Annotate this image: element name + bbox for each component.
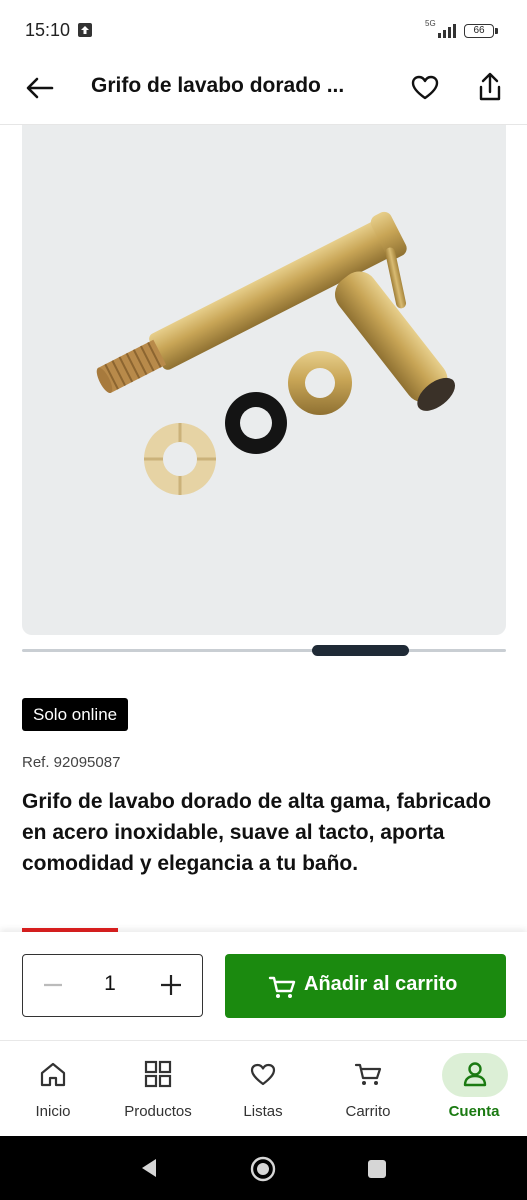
nav-label-cuenta: Cuenta <box>448 1103 500 1120</box>
share-icon <box>479 72 501 101</box>
back-button[interactable] <box>20 68 60 108</box>
system-home-icon[interactable] <box>248 1154 278 1184</box>
signal-icon <box>438 24 456 38</box>
system-recents-icon[interactable] <box>366 1158 388 1180</box>
heart-icon <box>250 1063 276 1086</box>
minus-icon <box>44 983 62 987</box>
product-image[interactable] <box>22 125 506 635</box>
decrease-quantity-button[interactable] <box>38 970 68 1000</box>
nav-label-listas: Listas <box>243 1103 283 1120</box>
heart-icon <box>411 75 439 100</box>
system-navigation-bar <box>0 1136 527 1200</box>
home-icon <box>40 1062 66 1087</box>
page-title: Grifo de lavabo dorado ... <box>91 74 345 97</box>
increase-quantity-button[interactable] <box>156 970 186 1000</box>
share-button[interactable] <box>470 68 510 108</box>
nav-label-carrito: Carrito <box>345 1103 391 1120</box>
faucet-illustration <box>96 211 456 495</box>
upload-notification-icon <box>78 23 92 37</box>
battery-icon: 66 <box>464 24 498 38</box>
user-icon <box>463 1062 487 1087</box>
system-back-icon[interactable] <box>138 1156 160 1180</box>
status-bar: 15:10 5G 66 <box>0 0 527 60</box>
nav-label-inicio: Inicio <box>35 1103 71 1120</box>
cart-icon <box>354 1063 382 1085</box>
arrow-left-icon <box>26 77 54 99</box>
status-time: 15:10 <box>25 20 71 40</box>
product-reference: Ref. 92095087 <box>22 754 121 771</box>
network-type: 5G <box>425 19 436 28</box>
product-description: Grifo de lavabo dorado de alta gama, fab… <box>22 790 492 875</box>
image-pager-track <box>22 649 506 652</box>
image-pager-indicator[interactable] <box>312 645 409 656</box>
quantity-value[interactable]: 1 <box>95 972 125 996</box>
grid-icon <box>144 1060 172 1088</box>
add-to-cart-label: Añadir al carrito <box>304 973 458 995</box>
favorite-button[interactable] <box>405 68 445 108</box>
plus-icon <box>161 975 181 995</box>
cart-icon <box>267 972 297 1002</box>
nav-label-productos: Productos <box>124 1103 192 1120</box>
online-only-badge: Solo online <box>22 698 129 731</box>
